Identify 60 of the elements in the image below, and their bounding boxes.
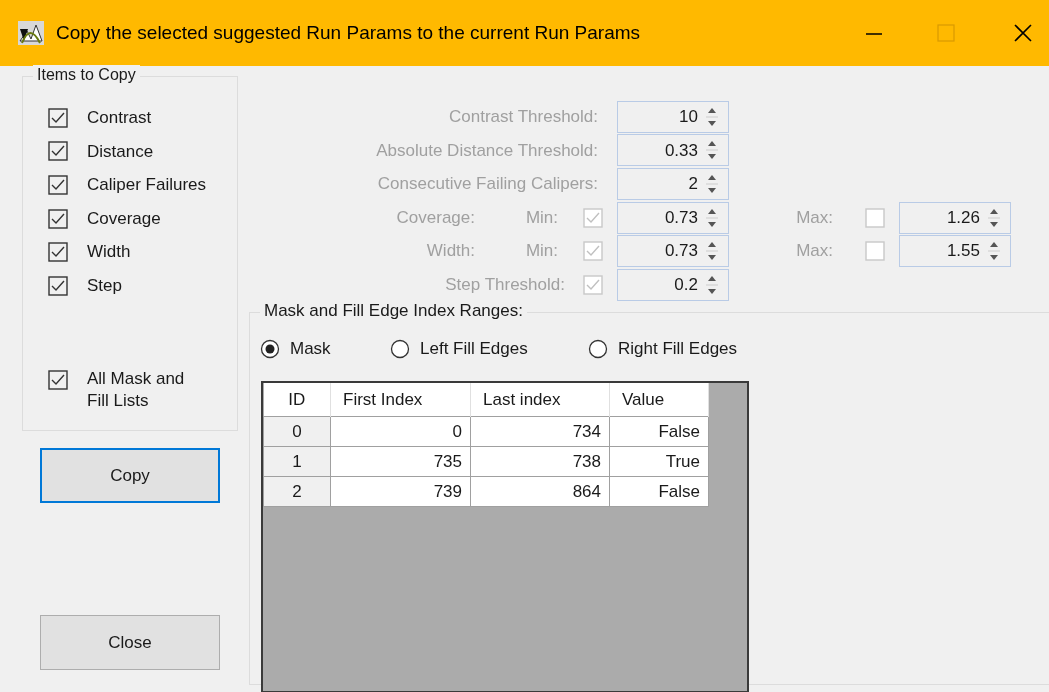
- checkbox-label: Step: [87, 275, 122, 297]
- radio-label: Left Fill Edges: [420, 337, 528, 360]
- dialog-button[interactable]: Close: [40, 615, 220, 670]
- spin-box[interactable]: 0.73: [617, 235, 729, 268]
- field-label: Absolute Distance Threshold:: [375, 139, 598, 162]
- spin-box[interactable]: 0.33: [617, 134, 729, 167]
- radio-button[interactable]: [390, 338, 410, 359]
- spin-box[interactable]: 1.55: [899, 235, 1011, 268]
- column-header[interactable]: First Index: [330, 382, 471, 417]
- radio-label: Right Fill Edges: [618, 337, 738, 360]
- checkbox-label: Coverage: [87, 207, 161, 230]
- row-header: 1: [263, 446, 331, 477]
- table-cell: 739: [330, 476, 471, 507]
- radio-label: Mask: [290, 337, 331, 360]
- checkbox-label: Width: [87, 241, 131, 264]
- column-header[interactable]: Last index: [470, 382, 610, 417]
- radio-button[interactable]: [260, 338, 280, 359]
- checkbox-label: All Mask and Fill Lists: [87, 367, 186, 412]
- table-cell: False: [609, 476, 709, 507]
- checkbox-label: Distance: [87, 140, 154, 163]
- table-cell: False: [609, 416, 709, 447]
- window-title: Copy the selected suggested Run Params to the current Run Params: [56, 20, 641, 45]
- field-label: Min:: [524, 206, 558, 229]
- table-cell: 734: [470, 416, 610, 447]
- field-label: Consecutive Failing Calipers:: [376, 173, 598, 196]
- checkbox[interactable]: [48, 275, 68, 296]
- field-label: Min:: [524, 240, 558, 263]
- table-cell: 738: [470, 446, 610, 477]
- checkbox[interactable]: [48, 107, 68, 128]
- checkbox-label: Contrast: [87, 107, 152, 130]
- field-label: Contrast Threshold:: [448, 106, 598, 129]
- checkbox[interactable]: [48, 208, 68, 229]
- spin-box[interactable]: 2: [617, 168, 729, 200]
- group-title: Items to Copy: [33, 65, 140, 85]
- checkbox[interactable]: [48, 175, 68, 195]
- spin-box[interactable]: 0.2: [617, 268, 729, 301]
- table-cell: 0: [330, 416, 471, 447]
- close-button[interactable]: [1013, 23, 1033, 43]
- dialog-button[interactable]: Copy: [40, 448, 220, 503]
- column-header[interactable]: ID: [263, 382, 331, 417]
- spin-box[interactable]: 0.73: [617, 201, 729, 234]
- spin-box[interactable]: 1.26: [899, 201, 1011, 234]
- spin-box[interactable]: 10: [617, 100, 729, 133]
- checkbox-label: Caliper Failures: [87, 174, 207, 197]
- table-cell: True: [609, 446, 709, 477]
- field-label: Width:: [425, 240, 475, 263]
- row-header: 0: [263, 416, 331, 447]
- app-icon: [18, 21, 44, 45]
- radio-button[interactable]: [588, 338, 608, 359]
- field-label: Max:: [795, 206, 833, 229]
- checkbox[interactable]: [48, 141, 68, 162]
- table-cell: 864: [470, 476, 610, 507]
- row-header: 2: [263, 476, 331, 507]
- field-label: Step Threshold:: [444, 274, 565, 296]
- checkbox[interactable]: [48, 242, 68, 263]
- field-label: Coverage:: [395, 206, 475, 229]
- checkbox[interactable]: [48, 369, 68, 390]
- field-label: Max:: [795, 240, 833, 263]
- table-cell: 735: [330, 446, 471, 477]
- column-header[interactable]: Value: [609, 382, 709, 417]
